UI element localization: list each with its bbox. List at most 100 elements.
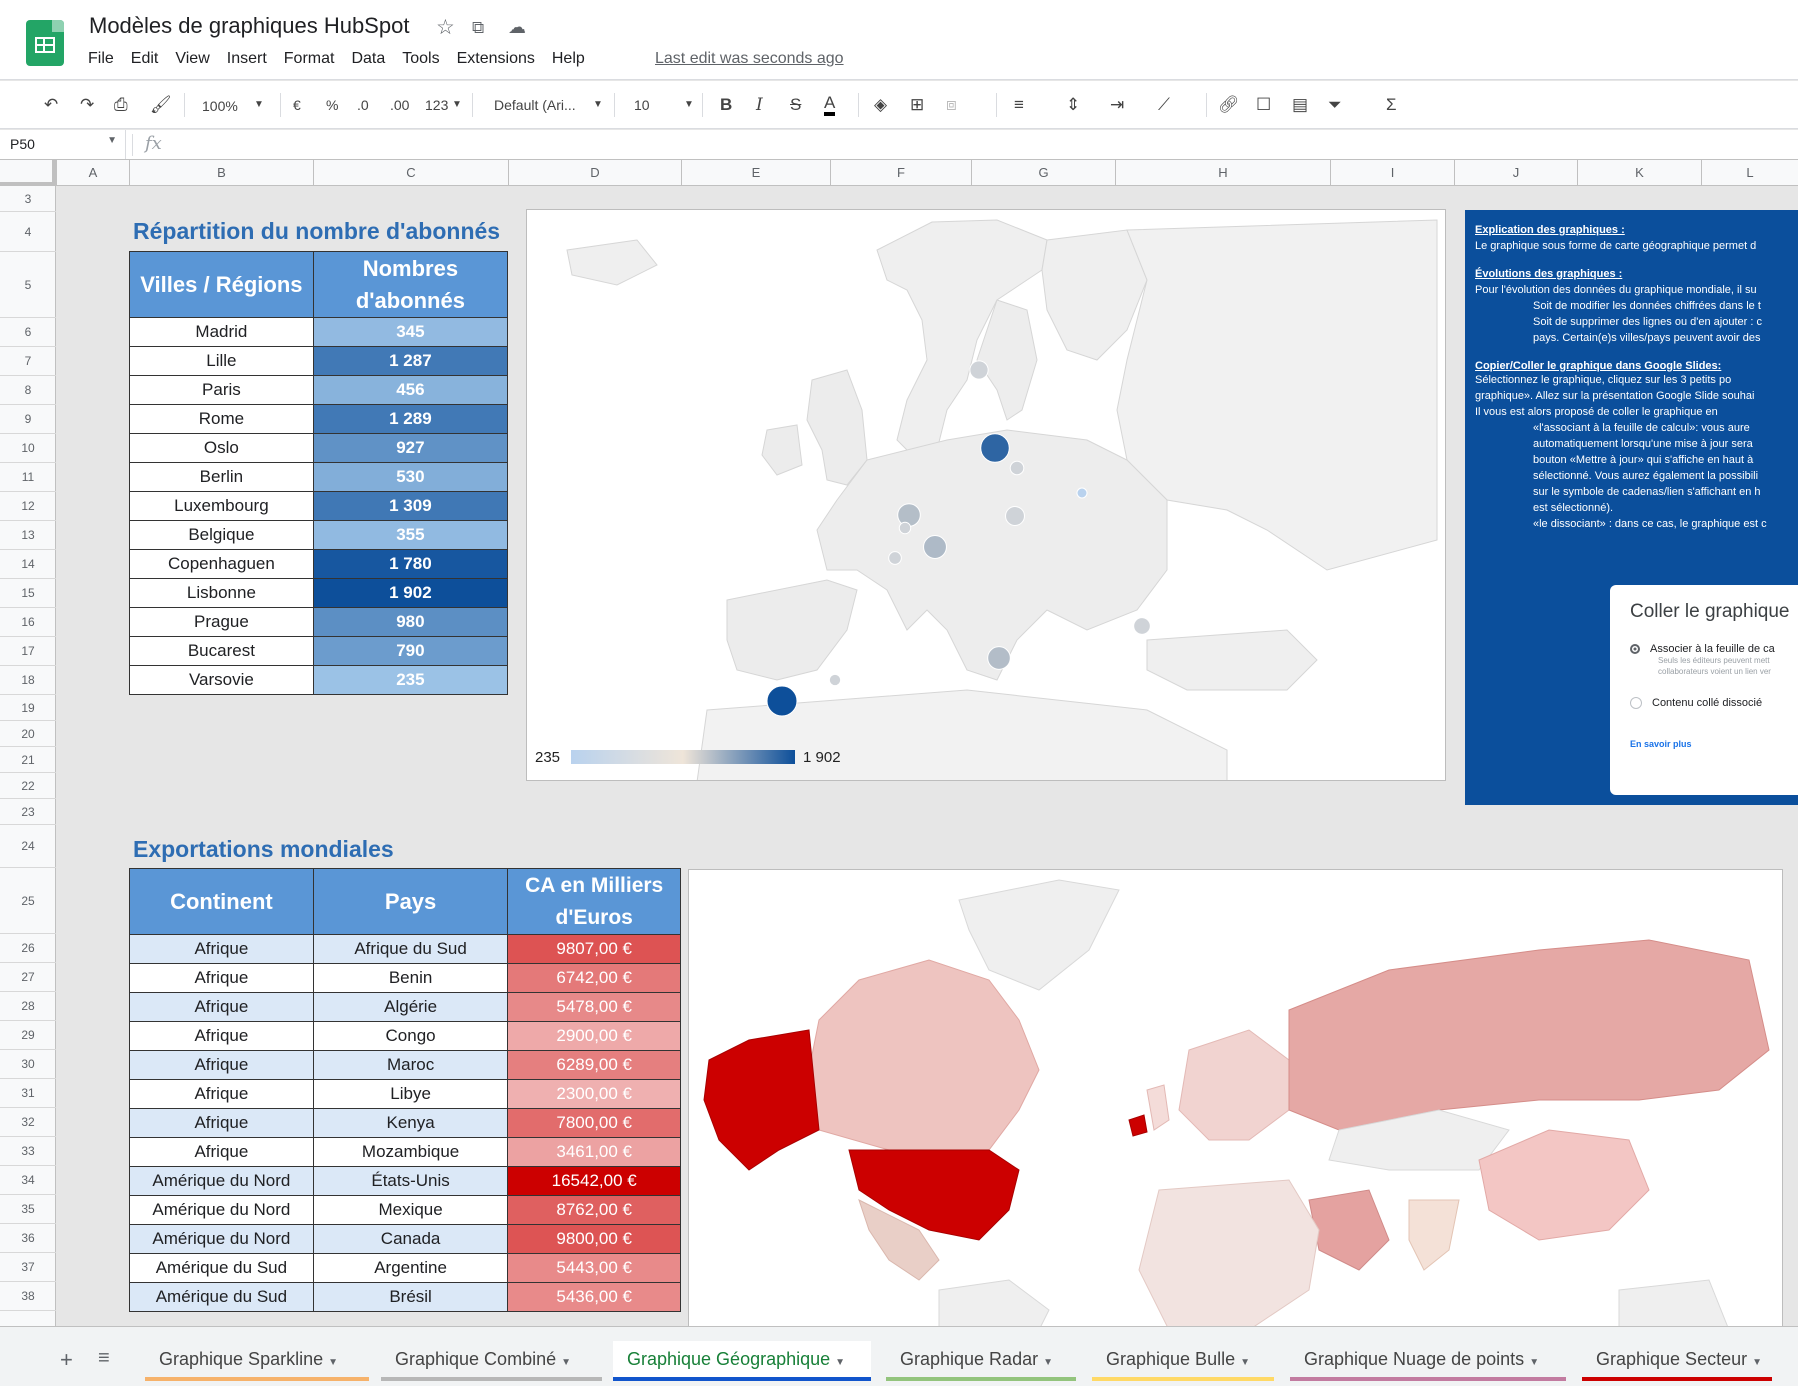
menu-data[interactable]: Data [351,50,385,68]
chevron-down-icon[interactable]: ▼ [835,1357,845,1368]
continent-cell[interactable]: Amérique du Sud [129,1253,314,1283]
chevron-down-icon[interactable]: ▼ [561,1357,571,1368]
zoom-select[interactable]: 100% [202,95,238,117]
menu-file[interactable]: File [88,50,114,68]
filter-icon[interactable]: ⏷ [1328,94,1342,116]
vertical-align-icon[interactable]: ⇕ [1066,94,1080,116]
sheet-tab[interactable]: Graphique Combiné ▼ [381,1341,602,1381]
row-header[interactable]: 30 [0,1050,56,1079]
chevron-down-icon[interactable]: ▼ [328,1357,338,1368]
row-header[interactable]: 24 [0,825,56,868]
row-header[interactable]: 29 [0,1021,56,1050]
column-header[interactable]: H [1115,160,1330,186]
cloud-status-icon[interactable]: ☁ [508,17,526,38]
city-cell[interactable]: Bucarest [129,636,314,666]
revenue-cell[interactable]: 8762,00 € [507,1195,681,1225]
align-left-icon[interactable]: ≡ [1014,94,1024,116]
subscriber-count-cell[interactable]: 927 [312,433,509,463]
country-cell[interactable]: Mozambique [312,1137,509,1167]
subscriber-count-cell[interactable]: 980 [312,607,509,637]
sheet-tab[interactable]: Graphique Géographique ▼ [613,1341,871,1381]
menu-extensions[interactable]: Extensions [457,50,535,68]
row-header[interactable]: 9 [0,405,56,434]
country-cell[interactable]: Algérie [312,992,509,1022]
city-cell[interactable]: Copenhaguen [129,549,314,579]
column-header[interactable]: D [508,160,681,186]
functions-icon[interactable]: Σ [1386,94,1397,116]
city-cell[interactable]: Belgique [129,520,314,550]
europe-geo-chart[interactable]: 235 1 902 [526,209,1446,781]
country-cell[interactable]: Congo [312,1021,509,1051]
fill-color-icon[interactable]: ◈ [874,94,887,116]
row-header[interactable]: 10 [0,434,56,463]
country-cell[interactable]: Maroc [312,1050,509,1080]
revenue-cell[interactable]: 6742,00 € [507,963,681,993]
row-header[interactable]: 3 [0,186,56,212]
currency-format-button[interactable]: € [293,94,301,116]
add-sheet-icon[interactable]: + [60,1347,73,1373]
city-bubble-oslo[interactable] [969,360,989,380]
country-cell[interactable]: Kenya [312,1108,509,1138]
subscriber-count-cell[interactable]: 1 287 [312,346,509,376]
continent-cell[interactable]: Afrique [129,1137,314,1167]
row-header[interactable]: 6 [0,318,56,347]
print-icon[interactable]: ⎙ [114,94,128,116]
undo-icon[interactable]: ↶ [44,94,58,116]
country-cell[interactable]: Mexique [312,1195,509,1225]
city-bubble-rome[interactable] [987,646,1011,670]
sheet-tab[interactable]: Graphique Secteur ▼ [1582,1341,1772,1381]
row-header[interactable]: 27 [0,963,56,992]
row-header[interactable]: 31 [0,1079,56,1108]
menu-tools[interactable]: Tools [402,50,439,68]
menu-insert[interactable]: Insert [227,50,267,68]
row-header[interactable]: 7 [0,347,56,376]
bold-button[interactable]: B [720,94,732,116]
city-bubble-bucarest[interactable] [1133,617,1151,635]
country-cell[interactable]: États-Unis [312,1166,509,1196]
country-cell[interactable]: Argentine [312,1253,509,1283]
move-folder-icon[interactable]: ⧉ [472,18,484,38]
row-header[interactable]: 14 [0,550,56,579]
continent-cell[interactable]: Amérique du Nord [129,1166,314,1196]
revenue-cell[interactable]: 9807,00 € [507,934,681,964]
borders-icon[interactable]: ⊞ [910,94,924,116]
country-cell[interactable]: Canada [312,1224,509,1254]
column-header[interactable]: E [681,160,830,186]
city-cell[interactable]: Berlin [129,462,314,492]
row-header[interactable]: 19 [0,695,56,721]
city-bubble-prague[interactable] [1005,506,1025,526]
revenue-cell[interactable]: 2300,00 € [507,1079,681,1109]
city-cell[interactable]: Madrid [129,317,314,347]
redo-icon[interactable]: ↷ [80,94,94,116]
column-header[interactable]: A [56,160,129,186]
city-cell[interactable]: Luxembourg [129,491,314,521]
city-bubble-belgique[interactable] [898,521,912,535]
continent-cell[interactable]: Afrique [129,934,314,964]
continent-cell[interactable]: Amérique du Sud [129,1282,314,1312]
row-header[interactable]: 16 [0,608,56,637]
subscriber-count-cell[interactable]: 235 [312,665,509,695]
star-icon[interactable]: ☆ [436,15,455,40]
text-wrap-icon[interactable]: ⇥ [1110,94,1124,116]
city-cell[interactable]: Varsovie [129,665,314,695]
decrease-decimal-button[interactable]: .0 [357,94,369,116]
city-cell[interactable]: Lisbonne [129,578,314,608]
sheet-tab[interactable]: Graphique Bulle ▼ [1092,1341,1274,1381]
row-header[interactable]: 23 [0,799,56,825]
continent-cell[interactable]: Afrique [129,1021,314,1051]
column-header[interactable]: K [1577,160,1701,186]
row-header[interactable]: 38 [0,1282,56,1311]
sheet-tab[interactable]: Graphique Nuage de points ▼ [1290,1341,1566,1381]
revenue-cell[interactable]: 9800,00 € [507,1224,681,1254]
paint-format-icon[interactable]: 🖌︎ [150,94,172,116]
row-header[interactable]: 8 [0,376,56,405]
document-title[interactable]: Modèles de graphiques HubSpot [89,13,409,39]
continent-cell[interactable]: Amérique du Nord [129,1224,314,1254]
revenue-cell[interactable]: 5443,00 € [507,1253,681,1283]
city-cell[interactable]: Lille [129,346,314,376]
revenue-cell[interactable]: 16542,00 € [507,1166,681,1196]
row-header[interactable]: 5 [0,252,56,318]
city-bubble-lille[interactable] [897,503,921,527]
sheets-logo-icon[interactable] [26,20,64,66]
continent-cell[interactable]: Amérique du Nord [129,1195,314,1225]
